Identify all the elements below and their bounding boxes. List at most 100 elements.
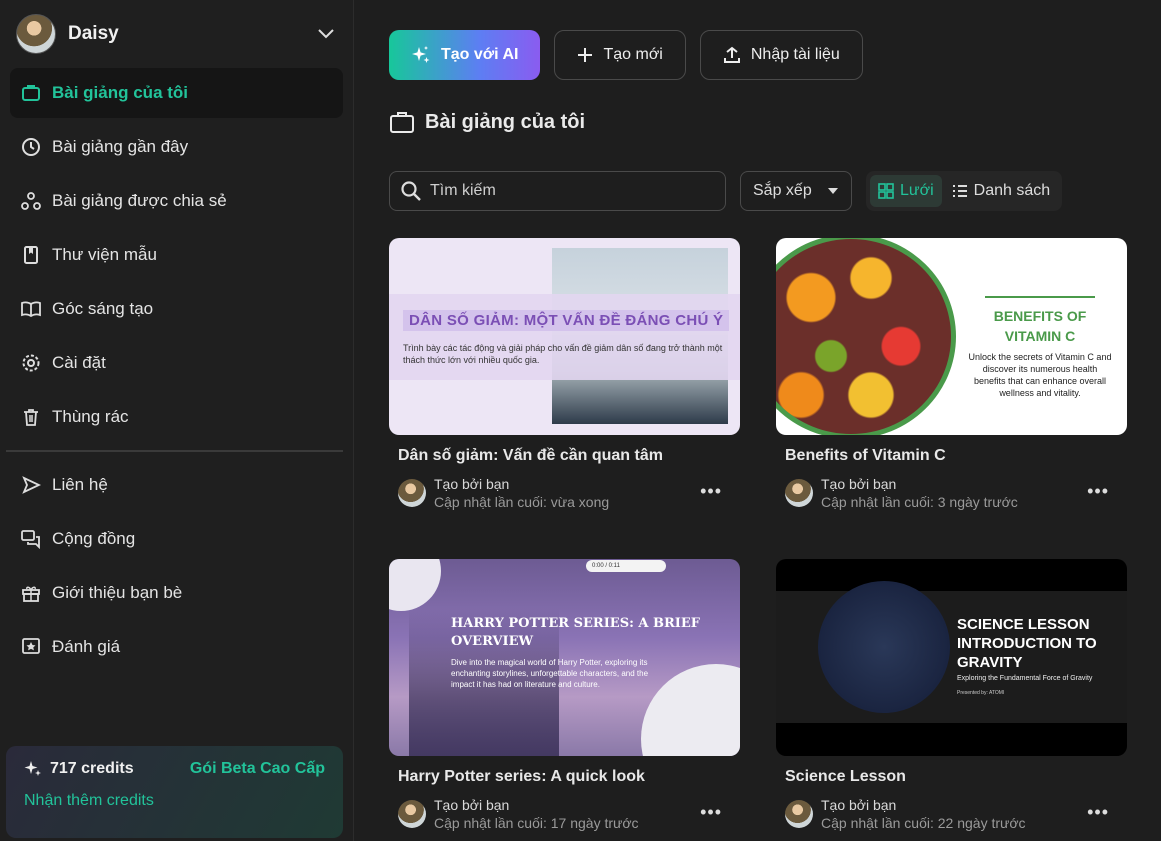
thumbnail-presenter: Presented by: ATOMI: [957, 690, 1005, 696]
sidebar-item-trash[interactable]: Thùng rác: [10, 392, 343, 442]
plan-link[interactable]: Gói Beta Cao Cấp: [190, 760, 325, 778]
card-thumbnail[interactable]: DÂN SỐ GIẢM: MỘT VẤN ĐỀ ĐÁNG CHÚ Ý Trình…: [389, 238, 740, 435]
card-meta: Tạo bởi bạn Cập nhật lần cuối: 3 ngày tr…: [785, 475, 1127, 511]
thumbnail-heading: DÂN SỐ GIẢM: MỘT VẤN ĐỀ ĐÁNG CHÚ Ý: [403, 310, 730, 331]
card-thumbnail[interactable]: BENEFITS OF VITAMIN C Unlock the secrets…: [776, 238, 1127, 435]
toolbar: Tạo với AI Tạo mới Nhập tài liệu: [389, 30, 863, 80]
card-meta: Tạo bởi bạn Cập nhật lần cuối: 17 ngày t…: [398, 796, 740, 832]
sidebar-item-label: Cộng đồng: [52, 529, 136, 548]
user-menu[interactable]: Daisy: [0, 0, 353, 68]
open-book-icon: [20, 298, 42, 320]
thumbnail-subtitle: Trình bày các tác động và giải pháp cho …: [403, 343, 723, 365]
get-more-credits-link[interactable]: Nhận thêm credits: [24, 792, 325, 810]
sidebar-item-settings[interactable]: Cài đặt: [10, 338, 343, 388]
list-view-label: Danh sách: [973, 182, 1051, 199]
avatar: [785, 800, 813, 828]
thumbnail-heading: SCIENCE LESSON INTRODUCTION TO GRAVITY: [957, 616, 1097, 671]
card-author: Tạo bởi bạn: [821, 476, 897, 492]
thumbnail-photo: [776, 238, 956, 435]
card-title[interactable]: Harry Potter series: A quick look: [398, 768, 740, 786]
chat-icon: [20, 528, 42, 550]
avatar: [785, 479, 813, 507]
sidebar-item-refer-friends[interactable]: Giới thiệu bạn bè: [10, 568, 343, 618]
sidebar-item-label: Thùng rác: [52, 407, 129, 426]
thumbnail-subtitle: Exploring the Fundamental Force of Gravi…: [957, 675, 1093, 682]
card-author: Tạo bởi bạn: [821, 797, 897, 813]
card-thumbnail[interactable]: 0:00 / 0:11 HARRY POTTER SERIES: A BRIEF…: [389, 559, 740, 756]
audio-player[interactable]: 0:00 / 0:11: [586, 560, 666, 572]
list-icon: [952, 184, 968, 198]
card-title[interactable]: Science Lesson: [785, 768, 1127, 786]
more-options-icon[interactable]: •••: [1087, 802, 1109, 823]
view-toggle: Lưới Danh sách: [866, 171, 1063, 211]
sort-label: Sắp xếp: [753, 182, 812, 199]
card-meta: Tạo bởi bạn Cập nhật lần cuối: vừa xong …: [398, 475, 740, 511]
lecture-card[interactable]: SCIENCE LESSON INTRODUCTION TO GRAVITY E…: [776, 559, 1127, 832]
avatar: [16, 14, 56, 54]
clock-icon: [20, 136, 42, 158]
sidebar-item-label: Thư viện mẫu: [52, 245, 157, 264]
card-author: Tạo bởi bạn: [434, 476, 510, 492]
lecture-card[interactable]: DÂN SỐ GIẢM: MỘT VẤN ĐỀ ĐÁNG CHÚ Ý Trình…: [389, 238, 740, 511]
search-input[interactable]: Tìm kiếm: [389, 171, 726, 211]
card-updated: Cập nhật lần cuối: vừa xong: [434, 494, 610, 510]
lecture-card[interactable]: BENEFITS OF VITAMIN C Unlock the secrets…: [776, 238, 1127, 511]
sidebar-item-label: Cài đặt: [52, 353, 106, 372]
sidebar-item-shared[interactable]: Bài giảng được chia sẻ: [10, 176, 343, 226]
page-title: Bài giảng của tôi: [389, 110, 585, 134]
sidebar-item-creative-corner[interactable]: Góc sáng tạo: [10, 284, 343, 334]
share-nodes-icon: [20, 190, 42, 212]
create-new-button[interactable]: Tạo mới: [554, 30, 686, 80]
thumbnail-subtitle: Dive into the magical world of Harry Pot…: [451, 658, 649, 689]
upload-icon: [723, 46, 741, 64]
sort-dropdown[interactable]: Sắp xếp: [740, 171, 852, 211]
sidebar-item-rating[interactable]: Đánh giá: [10, 622, 343, 672]
sidebar-item-label: Bài giảng của tôi: [52, 83, 189, 102]
import-document-button[interactable]: Nhập tài liệu: [699, 30, 863, 80]
sparkle-icon: [411, 45, 431, 65]
sidebar-item-label: Góc sáng tạo: [52, 299, 154, 318]
gift-icon: [20, 582, 42, 604]
more-options-icon[interactable]: •••: [1087, 481, 1109, 502]
grid-icon: [878, 183, 894, 199]
more-options-icon[interactable]: •••: [700, 802, 722, 823]
list-view-button[interactable]: Danh sách: [944, 175, 1059, 207]
caret-down-icon: [827, 182, 839, 200]
trash-icon: [20, 406, 42, 428]
grid-view-label: Lưới: [900, 182, 934, 199]
chevron-down-icon[interactable]: [315, 23, 337, 45]
sidebar-item-community[interactable]: Cộng đồng: [10, 514, 343, 564]
import-document-label: Nhập tài liệu: [750, 46, 840, 63]
search-icon: [400, 180, 422, 202]
sidebar-nav: Bài giảng của tôi Bài giảng gần đây Bài …: [0, 68, 353, 442]
sidebar-item-label: Bài giảng được chia sẻ: [52, 191, 227, 210]
user-name: Daisy: [68, 23, 119, 44]
sidebar: Daisy Bài giảng của tôi Bài giảng gần đâ…: [0, 0, 354, 841]
plus-icon: [577, 47, 593, 63]
more-options-icon[interactable]: •••: [700, 481, 722, 502]
sidebar-item-my-lectures[interactable]: Bài giảng của tôi: [10, 68, 343, 118]
card-title[interactable]: Benefits of Vitamin C: [785, 447, 1127, 465]
send-icon: [20, 474, 42, 496]
lecture-card[interactable]: 0:00 / 0:11 HARRY POTTER SERIES: A BRIEF…: [389, 559, 740, 832]
card-thumbnail[interactable]: SCIENCE LESSON INTRODUCTION TO GRAVITY E…: [776, 559, 1127, 756]
sidebar-item-contact[interactable]: Liên hệ: [10, 460, 343, 510]
card-meta: Tạo bởi bạn Cập nhật lần cuối: 22 ngày t…: [785, 796, 1127, 832]
star-icon: [20, 636, 42, 658]
grid-view-button[interactable]: Lưới: [870, 175, 942, 207]
sidebar-item-template-library[interactable]: Thư viện mẫu: [10, 230, 343, 280]
create-with-ai-label: Tạo với AI: [441, 46, 519, 63]
briefcase-icon: [389, 110, 415, 134]
avatar: [398, 800, 426, 828]
main-content: Tạo với AI Tạo mới Nhập tài liệu Bài giả…: [354, 0, 1161, 841]
thumbnail-photo: [818, 581, 950, 713]
sidebar-divider: [6, 450, 343, 452]
create-with-ai-button[interactable]: Tạo với AI: [389, 30, 541, 80]
sidebar-item-label: Đánh giá: [52, 637, 121, 656]
thumbnail-subtitle: Unlock the secrets of Vitamin C and disc…: [968, 352, 1112, 398]
page-title-text: Bài giảng của tôi: [425, 110, 586, 133]
sparkle-icon: [24, 760, 42, 778]
card-title[interactable]: Dân số giảm: Vấn đề cần quan tâm: [398, 447, 740, 465]
sidebar-item-recent[interactable]: Bài giảng gần đây: [10, 122, 343, 172]
thumbnail-heading: BENEFITS OF VITAMIN C: [993, 308, 1087, 344]
